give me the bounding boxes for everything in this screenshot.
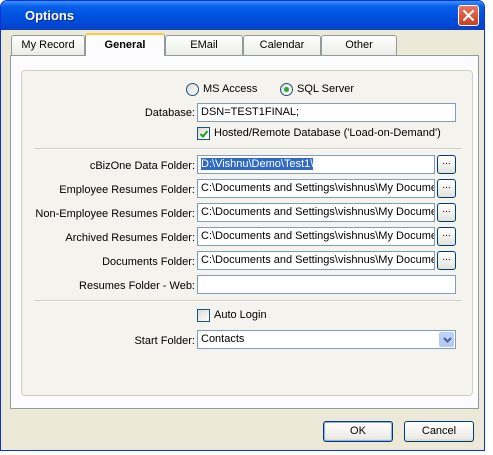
tab-other[interactable]: Other [321,35,397,55]
database-label: Database: [144,107,195,119]
radio-sql-server[interactable] [280,83,293,96]
database-input[interactable]: DSN=TEST1FINAL; [197,103,456,122]
archived-resumes-browse-button[interactable]: ... [437,227,456,246]
start-folder-select[interactable]: Contacts [197,330,456,349]
non-employee-resumes-label: Non-Employee Resumes Folder: [35,208,195,220]
employee-resumes-browse-button[interactable]: ... [437,179,456,198]
auto-login-checkbox[interactable] [197,309,210,322]
hosted-checkbox[interactable] [197,127,210,140]
tab-my-record[interactable]: My Record [11,35,85,55]
documents-folder-input[interactable]: C:\Documents and Settings\vishnus\My Doc… [197,251,435,270]
employee-resumes-label: Employee Resumes Folder: [59,184,195,196]
hosted-checkbox-label: Hosted/Remote Database ('Load-on-Demand'… [214,127,441,139]
archived-resumes-input[interactable]: C:\Documents and Settings\vishnus\My Doc… [197,227,435,246]
title-bar[interactable]: Options [1,1,484,30]
tab-calendar[interactable]: Calendar [243,35,321,55]
tab-strip: My Record General EMail Calendar Other [9,33,479,56]
window-title: Options [25,8,75,23]
radio-selected-dot [284,87,289,92]
radio-sql-server-label: SQL Server [297,83,355,95]
employee-resumes-input[interactable]: C:\Documents and Settings\vishnus\My Doc… [197,179,435,198]
separator [34,148,462,150]
start-folder-dropdown-button[interactable] [439,332,454,347]
auto-login-label: Auto Login [214,309,267,321]
ok-button[interactable]: OK [323,421,393,442]
chevron-down-icon [443,337,452,343]
documents-folder-label: Documents Folder: [102,256,195,268]
check-icon [199,130,209,138]
separator [34,300,462,302]
options-window: Options My Record General EMail Calendar… [0,0,485,451]
tab-general[interactable]: General [85,33,165,56]
data-folder-browse-button[interactable]: ... [437,155,456,174]
archived-resumes-label: Archived Resumes Folder: [65,232,195,244]
close-icon [463,10,474,21]
start-folder-value: Contacts [201,333,245,345]
start-folder-label: Start Folder: [134,335,195,347]
cancel-button[interactable]: Cancel [404,421,474,442]
non-employee-resumes-input[interactable]: C:\Documents and Settings\vishnus\My Doc… [197,203,435,222]
tab-panel-general: MS Access SQL Server Database: DSN=TEST1… [10,55,479,409]
documents-folder-browse-button[interactable]: ... [437,251,456,270]
data-folder-label: cBizOne Data Folder: [89,160,195,172]
radio-ms-access-label: MS Access [203,83,258,95]
radio-ms-access[interactable] [186,83,199,96]
data-folder-value: D:\Vishnu\Demo\Test1\ [201,158,314,170]
resumes-web-label: Resumes Folder - Web: [79,280,195,292]
tab-email[interactable]: EMail [165,35,243,55]
general-settings-group: MS Access SQL Server Database: DSN=TEST1… [21,70,473,396]
resumes-web-input[interactable] [197,275,456,294]
close-button[interactable] [458,5,479,26]
non-employee-resumes-browse-button[interactable]: ... [437,203,456,222]
data-folder-input[interactable]: D:\Vishnu\Demo\Test1\ [197,155,435,174]
